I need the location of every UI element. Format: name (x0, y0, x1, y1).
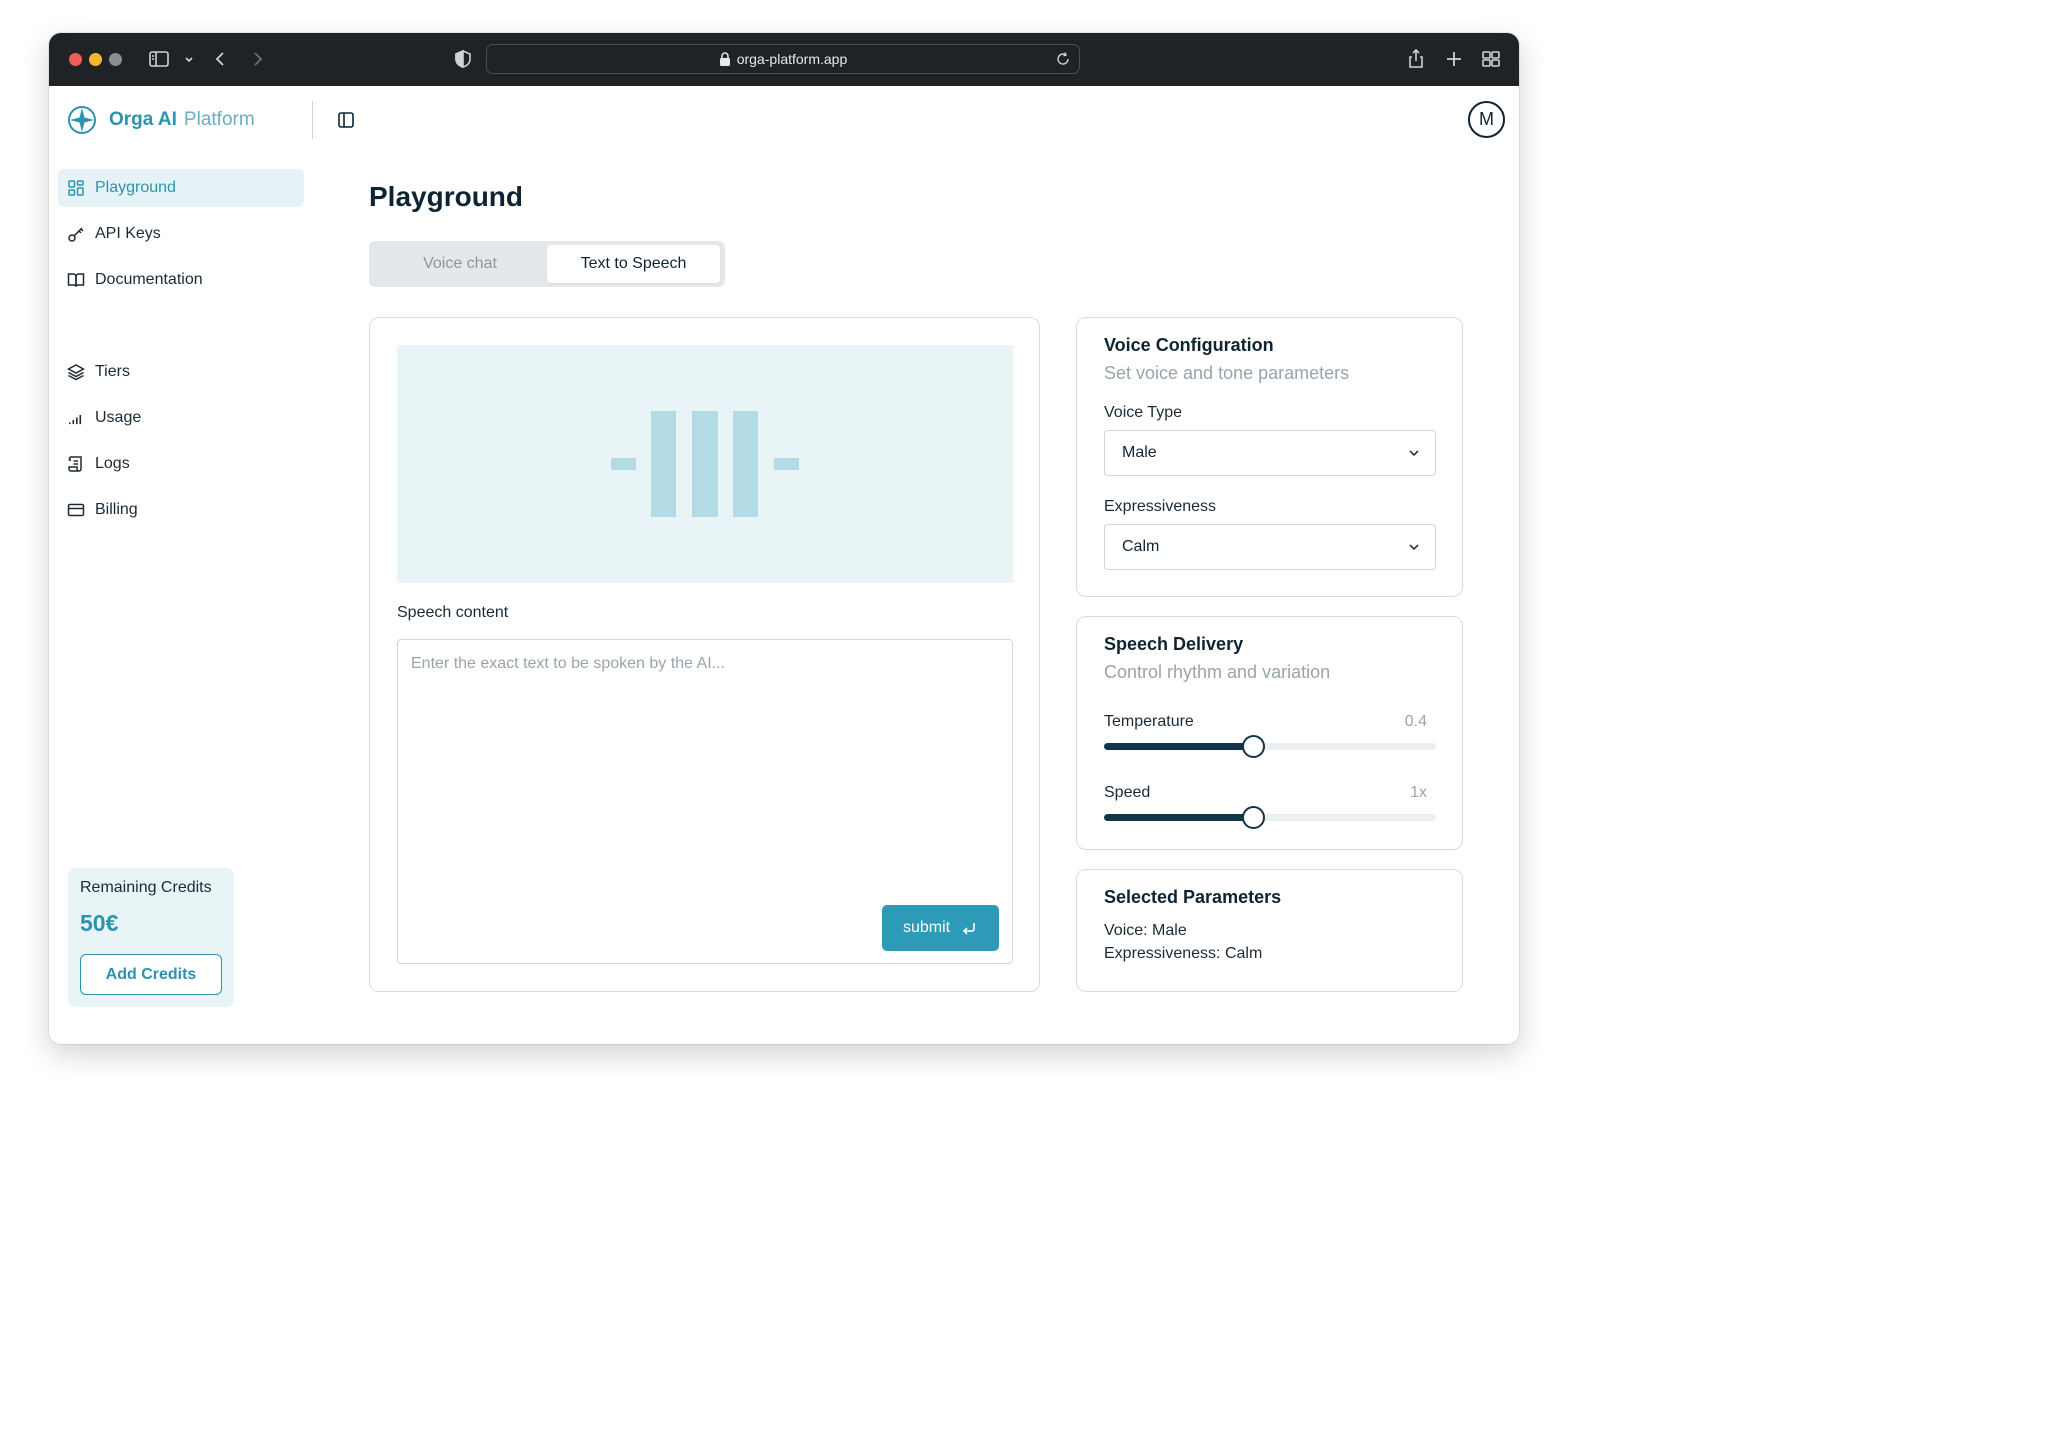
page-title: Playground (369, 181, 524, 212)
browser-window: orga-platform.app Orga AI Platform M Pla… (49, 33, 1519, 1044)
user-avatar[interactable]: M (1468, 101, 1505, 138)
layers-icon (67, 363, 85, 381)
selected-parameters-title: Selected Parameters (1104, 887, 1282, 907)
selected-voice-line: Voice: Male (1104, 922, 1187, 939)
bar-signal-icon (67, 409, 85, 427)
speech-delivery-subtitle: Control rhythm and variation (1104, 662, 1331, 682)
sidebar-item-billing[interactable]: Billing (58, 491, 304, 529)
submit-button[interactable]: submit (882, 905, 999, 951)
sidebar-item-logs[interactable]: Logs (58, 445, 304, 483)
waveform-icon (611, 411, 799, 517)
sidebar-item-usage[interactable]: Usage (58, 399, 304, 437)
expressiveness-label: Expressiveness (1104, 498, 1217, 515)
selected-parameters-panel: Selected Parameters Voice: Male Expressi… (1076, 869, 1463, 992)
enter-return-icon (962, 923, 975, 935)
close-window-button[interactable] (69, 53, 82, 66)
tab-text-to-speech[interactable]: Text to Speech (547, 245, 720, 283)
sidebar-item-tiers[interactable]: Tiers (58, 353, 304, 391)
voice-type-value: Male (1122, 444, 1157, 461)
new-tab-plus-icon[interactable] (1442, 47, 1466, 71)
temperature-slider-fill (1104, 743, 1254, 750)
temperature-slider-thumb[interactable] (1242, 735, 1266, 758)
sidebar-item-documentation[interactable]: Documentation (58, 261, 304, 299)
tab-voice-chat[interactable]: Voice chat (373, 245, 547, 283)
voice-type-label: Voice Type (1104, 404, 1182, 421)
voice-config-panel: Voice Configuration Set voice and tone p… (1076, 317, 1463, 597)
sidebar-item-label: Playground (95, 179, 176, 196)
expressiveness-select[interactable]: Calm (1104, 524, 1436, 570)
browser-chrome: orga-platform.app (49, 33, 1519, 86)
minimize-window-button[interactable] (89, 53, 102, 66)
sidebar-toggle-icon[interactable] (337, 111, 355, 129)
expressiveness-value: Calm (1122, 538, 1160, 555)
temperature-label: Temperature (1104, 713, 1194, 730)
tab-overview-icon[interactable] (1479, 47, 1503, 71)
voice-config-subtitle: Set voice and tone parameters (1104, 363, 1350, 383)
sidebar-item-playground[interactable]: Playground (58, 169, 304, 207)
waveform-visualizer (397, 345, 1013, 583)
speech-delivery-title: Speech Delivery (1104, 634, 1244, 654)
credits-amount: 50€ (80, 910, 119, 936)
sidebar-item-label: Usage (95, 409, 142, 426)
sidebar-item-label: Documentation (95, 271, 203, 288)
voice-type-select[interactable]: Male (1104, 430, 1436, 476)
brand[interactable]: Orga AI Platform (67, 104, 255, 136)
sidebar-item-api-keys[interactable]: API Keys (58, 215, 304, 253)
submit-label: submit (902, 919, 951, 936)
sidebar-item-label: Logs (95, 455, 130, 472)
tts-card: Speech content Enter the exact text to b… (369, 317, 1040, 992)
sidebar-item-label: API Keys (95, 225, 161, 242)
back-arrow-icon[interactable] (209, 47, 233, 71)
lock-icon (719, 52, 730, 66)
sidebar-view-icon[interactable] (147, 47, 171, 71)
orga-logo-icon (68, 106, 96, 134)
chevron-down-icon (1409, 544, 1419, 551)
temperature-slider[interactable] (1104, 735, 1436, 758)
credit-card-icon (67, 501, 85, 519)
speed-value: 1x (1410, 784, 1427, 801)
credits-card: Remaining Credits 50€ Add Credits (68, 868, 234, 1007)
shield-icon[interactable] (451, 47, 475, 71)
app: Orga AI Platform M Playground API Keys D… (49, 86, 1519, 1044)
url-text: orga-platform.app (736, 51, 848, 67)
chevron-down-icon (1409, 450, 1419, 457)
speech-placeholder: Enter the exact text to be spoken by the… (411, 655, 725, 672)
share-icon[interactable] (1404, 47, 1428, 71)
selected-expressiveness-line: Expressiveness: Calm (1104, 945, 1263, 962)
mode-tabs: Voice chat Text to Speech (369, 241, 725, 287)
chevron-down-icon[interactable] (177, 47, 193, 71)
speed-slider-fill (1104, 814, 1254, 821)
sidebar-item-label: Tiers (95, 363, 130, 380)
temperature-value: 0.4 (1404, 713, 1427, 730)
key-icon (67, 225, 85, 243)
speed-slider[interactable] (1104, 806, 1436, 829)
speed-label: Speed (1104, 784, 1151, 801)
avatar-initial: M (1479, 109, 1494, 129)
speech-content-textarea[interactable]: Enter the exact text to be spoken by the… (397, 639, 1013, 964)
speech-delivery-panel: Speech Delivery Control rhythm and varia… (1076, 616, 1463, 850)
header-divider (312, 101, 313, 139)
speech-content-label: Speech content (397, 604, 509, 621)
url-bar[interactable]: orga-platform.app (486, 44, 1080, 74)
sidebar-item-label: Billing (95, 501, 138, 518)
voice-config-title: Voice Configuration (1104, 335, 1274, 355)
maximize-window-button[interactable] (109, 53, 122, 66)
brand-subtitle: Platform (183, 109, 255, 130)
book-icon (67, 271, 85, 289)
scroll-icon (67, 455, 85, 473)
grid-icon (67, 179, 85, 197)
reload-icon[interactable] (1055, 51, 1071, 67)
forward-arrow-icon[interactable] (245, 47, 269, 71)
speed-slider-thumb[interactable] (1242, 806, 1266, 829)
add-credits-button[interactable]: Add Credits (80, 954, 222, 995)
credits-label: Remaining Credits (80, 879, 212, 896)
brand-name: Orga AI (109, 109, 177, 130)
